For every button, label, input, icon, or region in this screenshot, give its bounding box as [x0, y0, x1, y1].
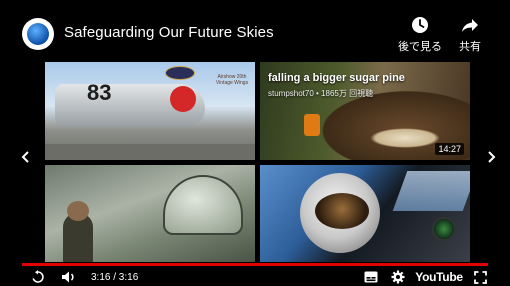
share-label: 共有 [459, 41, 481, 53]
fullscreen-button[interactable] [472, 270, 488, 284]
volume-button[interactable] [60, 270, 78, 284]
share-arrow-icon [462, 19, 478, 32]
propeller-hub [170, 86, 196, 112]
time-display: 3:16 / 3:16 [91, 271, 139, 283]
plane-number: 83 [87, 80, 112, 105]
youtube-logo[interactable]: YouTube [415, 270, 463, 284]
channel-avatar[interactable] [22, 18, 54, 50]
share-button[interactable]: 共有 [459, 16, 481, 54]
subtitles-icon [364, 271, 378, 283]
pilot-head [67, 201, 89, 221]
settings-button[interactable] [390, 270, 406, 284]
tile-video-title: falling a bigger sugar pine [268, 72, 405, 84]
replay-button[interactable] [30, 270, 46, 284]
jet-canopy [163, 175, 243, 235]
tile-video-meta: stumpshot70 • 1865万 回視聴 [268, 89, 374, 98]
helmet-visor [315, 193, 369, 229]
chevron-right-icon [488, 151, 496, 163]
watch-later-label: 後で見る [398, 41, 442, 53]
event-text: Airshow 20th Vintage Wings [215, 74, 249, 86]
next-button[interactable] [483, 150, 499, 166]
video-player[interactable]: Safeguarding Our Future Skies 後で見る 共有 83… [0, 0, 510, 286]
wood-chips [370, 128, 440, 148]
replay-icon [32, 270, 44, 283]
subtitles-button[interactable] [362, 270, 380, 284]
volume-icon [62, 271, 74, 283]
fullscreen-icon [473, 270, 487, 284]
previous-button[interactable] [18, 150, 34, 166]
cockpit-gauge [432, 217, 456, 241]
gear-icon [391, 270, 405, 284]
video-tile-jet-pilot[interactable] [45, 165, 255, 262]
video-title[interactable]: Safeguarding Our Future Skies [64, 24, 274, 41]
video-tile-airshow[interactable]: 83 Airshow 20th Vintage Wings [45, 62, 255, 160]
video-tile-sugar-pine[interactable]: falling a bigger sugar pine stumpshot70 … [260, 62, 470, 160]
globe-logo-icon [27, 23, 49, 45]
player-top-bar: Safeguarding Our Future Skies 後で見る 共有 [0, 0, 510, 62]
end-screen-mosaic: 83 Airshow 20th Vintage Wings falling a … [45, 62, 470, 262]
duration-badge: 14:27 [435, 143, 464, 155]
event-logo [165, 66, 195, 80]
chainsaw [304, 114, 320, 136]
video-tile-cockpit[interactable] [260, 165, 470, 262]
chevron-left-icon [21, 151, 29, 163]
clock-icon [412, 17, 428, 33]
sky-window [392, 171, 470, 211]
player-controls: 3:16 / 3:16 YouTube [0, 266, 510, 286]
tarmac [45, 144, 255, 160]
watch-later-button[interactable]: 後で見る [398, 16, 442, 54]
